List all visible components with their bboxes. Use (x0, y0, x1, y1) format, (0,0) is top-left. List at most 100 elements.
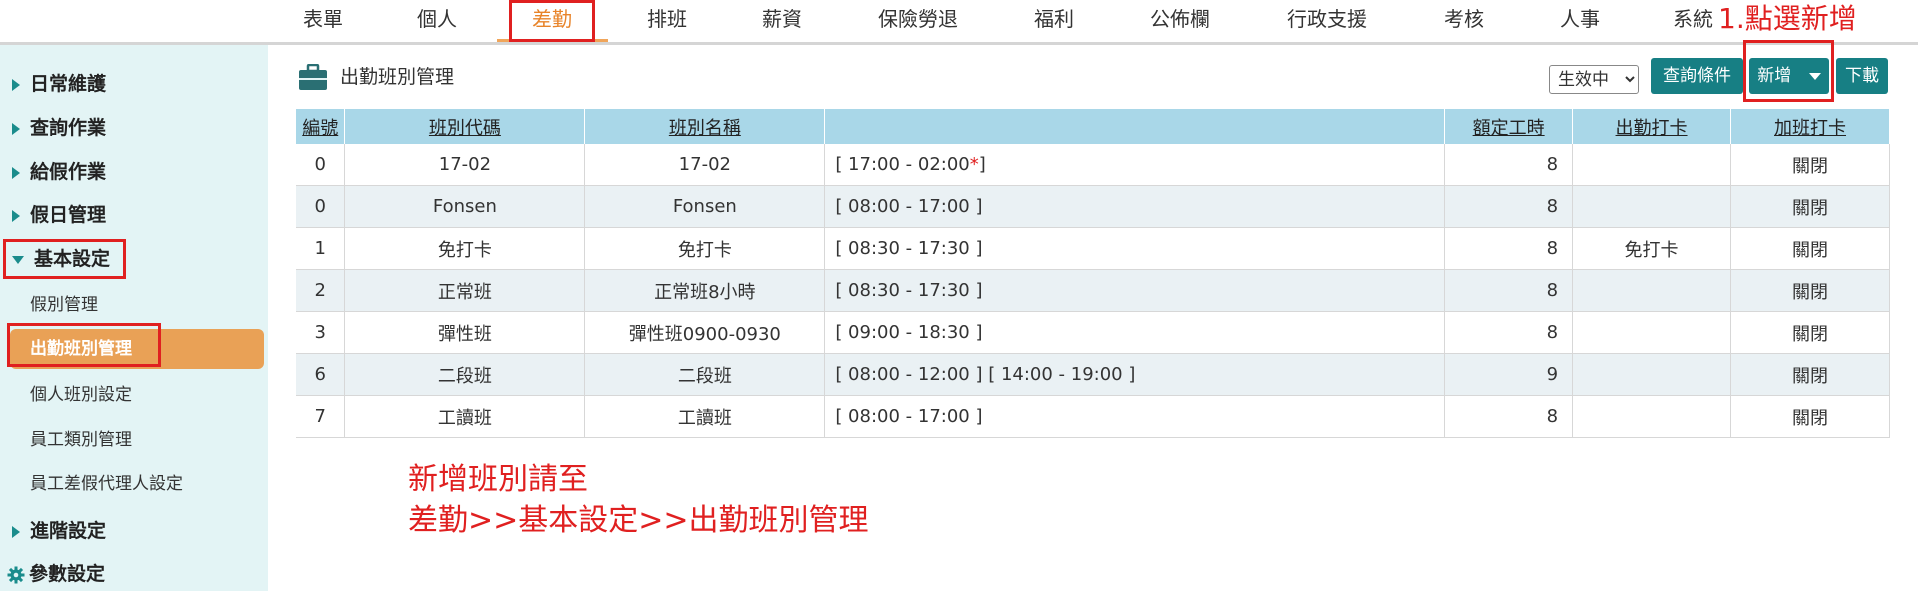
add-button-label: 新增 (1757, 66, 1792, 86)
cell-overtime-clock: 關閉 (1730, 269, 1890, 312)
cell-shift-code: 二段班 (344, 353, 586, 396)
table-row[interactable]: 2 正常班 正常班8小時 [ 08:30 - 17:30 ] 8 關閉 (296, 269, 1890, 312)
nav-payroll[interactable]: 薪資 (762, 0, 802, 42)
nav-hr[interactable]: 人事 (1560, 0, 1600, 42)
expand-arrow-icon (12, 122, 20, 135)
nav-evaluation[interactable]: 考核 (1444, 0, 1484, 42)
cell-overtime-clock: 關閉 (1730, 395, 1890, 438)
status-filter-select[interactable]: 生效中 (1549, 65, 1639, 94)
cell-shift-name: 免打卡 (584, 227, 826, 270)
time-range-text: [ 17:00 - 02:00 (835, 154, 970, 175)
nav-scheduling[interactable]: 排班 (647, 0, 687, 42)
cell-shift-code: 彈性班 (344, 311, 586, 354)
cell-overtime-clock: 關閉 (1730, 227, 1890, 270)
sidebar-group-label: 給假作業 (30, 161, 107, 183)
col-header-hours[interactable]: 額定工時 (1444, 109, 1574, 144)
col-header-shift-code[interactable]: 班別代碼 (344, 109, 586, 144)
sidebar-group-query[interactable]: 查詢作業 (12, 108, 106, 148)
cell-shift-code: 免打卡 (344, 227, 586, 270)
cell-clock-in (1572, 353, 1732, 396)
sidebar-group-holidays[interactable]: 假日管理 (12, 195, 106, 235)
shift-table: 編號 班別代碼 班別名稱 額定工時 出勤打卡 加班打卡 0 17-02 17-0… (296, 109, 1890, 438)
sidebar-group-basic-settings[interactable]: 基本設定 (12, 239, 110, 279)
annotation-note-line1: 新增班別請至 (408, 462, 588, 497)
time-range-end: ] (978, 154, 986, 175)
sidebar-item-shift-management[interactable]: 出勤班別管理 (10, 329, 264, 369)
cell-shift-name: Fonsen (584, 185, 826, 228)
cell-clock-in (1572, 395, 1732, 438)
nav-bulletin[interactable]: 公佈欄 (1150, 0, 1210, 42)
dropdown-caret-icon (1808, 72, 1821, 80)
cell-shift-code: Fonsen (344, 185, 586, 228)
query-conditions-button[interactable]: 查詢條件 (1651, 58, 1743, 94)
table-row[interactable]: 7 工讀班 工讀班 [ 08:00 - 17:00 ] 8 關閉 (296, 395, 1890, 438)
cell-time-range: [ 09:00 - 18:30 ] (824, 311, 1446, 354)
nav-attendance[interactable]: 差勤 (532, 0, 572, 42)
table-row[interactable]: 3 彈性班 彈性班0900-0930 [ 09:00 - 18:30 ] 8 關… (296, 311, 1890, 354)
table-row[interactable]: 1 免打卡 免打卡 [ 08:30 - 17:30 ] 8 免打卡 關閉 (296, 227, 1890, 270)
add-button[interactable]: 新增 (1749, 58, 1829, 94)
sidebar-item-leave-types[interactable]: 假別管理 (30, 286, 98, 324)
cell-shift-name: 17-02 (584, 144, 826, 186)
cell-hours: 8 (1444, 269, 1574, 312)
nav-system[interactable]: 系統 (1673, 0, 1713, 42)
cell-shift-name: 正常班8小時 (584, 269, 826, 312)
table-row[interactable]: 0 Fonsen Fonsen [ 08:00 - 17:00 ] 8 關閉 (296, 185, 1890, 228)
cell-hours: 8 (1444, 311, 1574, 354)
sidebar-group-parameters[interactable]: 參數設定 (7, 554, 105, 594)
cell-clock-in (1572, 269, 1732, 312)
cell-number: 1 (296, 227, 346, 270)
cell-number: 6 (296, 353, 346, 396)
cell-overtime-clock: 關閉 (1730, 144, 1890, 186)
nav-personal[interactable]: 個人 (417, 0, 457, 42)
nav-welfare[interactable]: 福利 (1034, 0, 1074, 42)
cell-shift-name: 二段班 (584, 353, 826, 396)
sidebar-group-label: 進階設定 (30, 520, 107, 542)
expand-arrow-icon (12, 166, 20, 179)
col-header-overtime-clock[interactable]: 加班打卡 (1730, 109, 1890, 144)
cell-number: 7 (296, 395, 346, 438)
nav-insurance[interactable]: 保險勞退 (878, 0, 958, 42)
cell-hours: 8 (1444, 227, 1574, 270)
expand-arrow-icon (12, 525, 20, 538)
cell-number: 0 (296, 185, 346, 228)
sidebar-group-advanced[interactable]: 進階設定 (12, 511, 106, 551)
expand-arrow-icon (12, 209, 20, 222)
cell-time-range: [ 08:00 - 12:00 ] [ 14:00 - 19:00 ] (824, 353, 1446, 396)
cell-overtime-clock: 關閉 (1730, 185, 1890, 228)
cell-time-range: [ 08:30 - 17:30 ] (824, 269, 1446, 312)
sidebar-group-daily[interactable]: 日常維護 (12, 64, 106, 104)
cell-time-range: [ 17:00 - 02:00*] (824, 144, 1446, 186)
cell-shift-name: 工讀班 (584, 395, 826, 438)
cell-shift-name: 彈性班0900-0930 (584, 311, 826, 354)
collapse-arrow-icon (12, 255, 24, 264)
col-header-clock-in[interactable]: 出勤打卡 (1572, 109, 1732, 144)
table-row[interactable]: 0 17-02 17-02 [ 17:00 - 02:00*] 8 關閉 (296, 144, 1890, 186)
page-title: 出勤班別管理 (340, 66, 455, 88)
cell-time-range: [ 08:00 - 17:00 ] (824, 395, 1446, 438)
cell-shift-code: 正常班 (344, 269, 586, 312)
cell-number: 2 (296, 269, 346, 312)
gear-icon (7, 566, 25, 583)
sidebar-item-leave-proxy[interactable]: 員工差假代理人設定 (30, 465, 183, 503)
col-header-number[interactable]: 編號 (296, 109, 346, 144)
table-row[interactable]: 6 二段班 二段班 [ 08:00 - 12:00 ] [ 14:00 - 19… (296, 353, 1890, 396)
sidebar: 日常維護 查詢作業 給假作業 假日管理 基本設定 假別管理 出勤班別管理 個人班… (0, 45, 268, 591)
annotation-step1: 1.點選新增 (1718, 2, 1857, 35)
sidebar-group-label: 日常維護 (30, 73, 107, 95)
col-header-shift-name[interactable]: 班別名稱 (584, 109, 826, 144)
nav-admin-support[interactable]: 行政支援 (1287, 0, 1367, 42)
briefcase-icon (299, 64, 327, 90)
expand-arrow-icon (12, 78, 20, 91)
cell-clock-in (1572, 311, 1732, 354)
download-button[interactable]: 下載 (1836, 58, 1888, 94)
sidebar-item-personal-shift[interactable]: 個人班別設定 (30, 376, 132, 414)
cell-clock-in: 免打卡 (1572, 227, 1732, 270)
sidebar-group-leave-grant[interactable]: 給假作業 (12, 152, 106, 192)
cell-hours: 8 (1444, 144, 1574, 186)
nav-forms[interactable]: 表單 (303, 0, 343, 42)
cell-hours: 9 (1444, 353, 1574, 396)
annotation-note-line2: 差勤>>基本設定>>出勤班別管理 (408, 503, 869, 538)
sidebar-item-employee-types[interactable]: 員工類別管理 (30, 421, 132, 459)
cell-clock-in (1572, 185, 1732, 228)
